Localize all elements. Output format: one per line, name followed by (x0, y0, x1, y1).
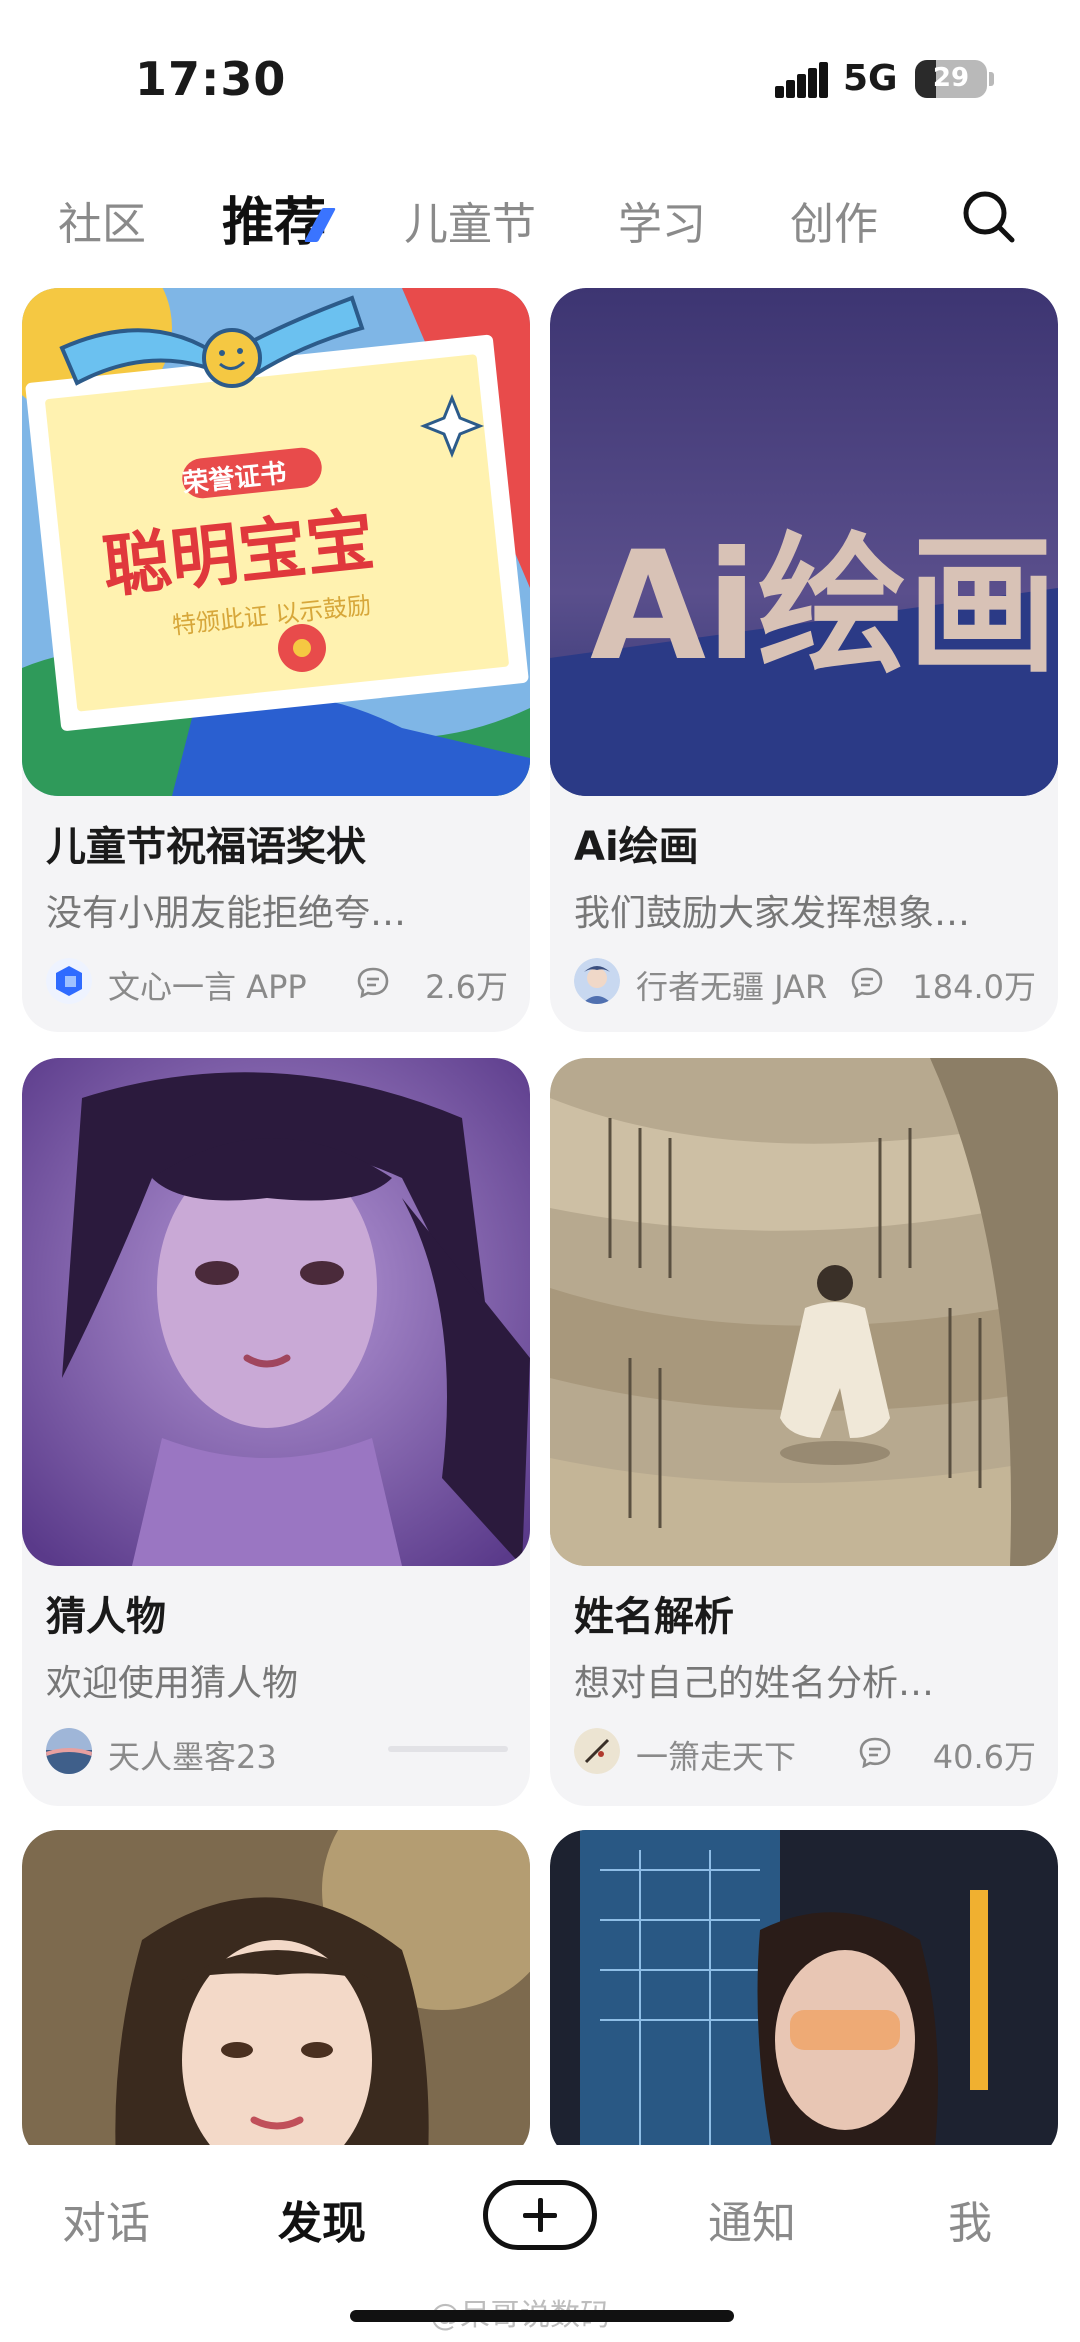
status-bar: 17:30 5G 29 (0, 0, 1080, 150)
home-indicator (350, 2310, 734, 2322)
card-count: 184.0万 (912, 968, 1036, 1006)
card-meta: 文心一言 APP 2.6万 (46, 956, 508, 1006)
card-name-analysis[interactable]: 姓名解析 想对自己的姓名分析… 一箫走天下 40.6万 (550, 1058, 1058, 1806)
wenxin-logo-icon (46, 958, 92, 1004)
ai-painting-text: Ai绘画 (590, 520, 1058, 694)
card-meta: 天人墨客23 (46, 1726, 508, 1776)
card-title: Ai绘画 (574, 824, 699, 870)
tab-recommend[interactable]: 推荐 (222, 180, 326, 255)
count-placeholder (388, 1746, 508, 1752)
tab-community[interactable]: 社区 (58, 188, 146, 252)
card-author[interactable]: 行者无疆 JAR (636, 962, 827, 1008)
signal-icon (775, 62, 828, 98)
ai-painting-banner: Ai绘画 (550, 288, 1058, 796)
card-count: 2.6万 (425, 968, 508, 1006)
battery-icon: 29 (915, 60, 987, 98)
ancient-scroll-figure (550, 1058, 1058, 1566)
card-description: 没有小朋友能拒绝夸… (46, 893, 407, 934)
nav-me[interactable]: 我 (948, 2187, 992, 2251)
nav-chat[interactable]: 对话 (62, 2187, 150, 2251)
card-count: 40.6万 (932, 1738, 1036, 1776)
card-author[interactable]: 文心一言 APP (108, 962, 307, 1008)
network-type: 5G (843, 58, 898, 99)
card-title: 儿童节祝福语奖状 (46, 824, 366, 870)
author-avatar (574, 958, 620, 1004)
girl-tech-screen-photo (550, 1830, 1058, 2160)
comment-icon (357, 967, 389, 998)
comment-icon (859, 1737, 891, 1768)
card-title: 姓名解析 (574, 1594, 734, 1640)
card-author[interactable]: 天人墨客23 (108, 1732, 277, 1778)
comment-icon (851, 967, 883, 998)
card-description: 想对自己的姓名分析… (574, 1663, 935, 1704)
nav-notifications[interactable]: 通知 (708, 2187, 796, 2251)
card-author[interactable]: 一箫走天下 (636, 1732, 796, 1778)
tab-childrens-day[interactable]: 儿童节 (404, 188, 536, 252)
status-time: 17:30 (135, 52, 287, 106)
card-meta: 一箫走天下 40.6万 (574, 1726, 1036, 1776)
battery-percentage: 29 (932, 63, 970, 93)
tab-create[interactable]: 创作 (790, 188, 878, 252)
certificate-image: 荣誉证书 聪明宝宝 特颁此证 以示鼓励 (22, 288, 530, 796)
card-title: 猜人物 (46, 1594, 166, 1640)
top-tabs: 社区 推荐 儿童节 学习 创作 (0, 180, 1080, 260)
nav-discover[interactable]: 发现 (278, 2187, 366, 2251)
card-guess-character[interactable]: 猜人物 欢迎使用猜人物 天人墨客23 (22, 1058, 530, 1806)
card-description: 欢迎使用猜人物 (46, 1663, 299, 1704)
card-description: 我们鼓励大家发挥想象… (574, 893, 971, 934)
card-partial-left[interactable] (22, 1830, 530, 2160)
author-avatar (46, 1728, 92, 1774)
battery-tip (989, 72, 994, 86)
search-icon[interactable] (960, 188, 1016, 244)
card-partial-right[interactable] (550, 1830, 1058, 2160)
card-meta: 行者无疆 JAR 184.0万 (574, 956, 1036, 1006)
girl-portrait-photo (22, 1830, 530, 2160)
fantasy-girl-portrait (22, 1058, 530, 1566)
tab-study[interactable]: 学习 (618, 188, 706, 252)
card-ai-painting[interactable]: Ai绘画 Ai绘画 我们鼓励大家发挥想象… 行者无疆 JAR 184.0万 (550, 288, 1058, 1032)
author-avatar (574, 1728, 620, 1774)
create-plus-button[interactable] (483, 2180, 597, 2250)
card-childrens-day-certificate[interactable]: 荣誉证书 聪明宝宝 特颁此证 以示鼓励 儿童节祝福语奖状 没有小朋友能拒绝夸… … (22, 288, 530, 1032)
